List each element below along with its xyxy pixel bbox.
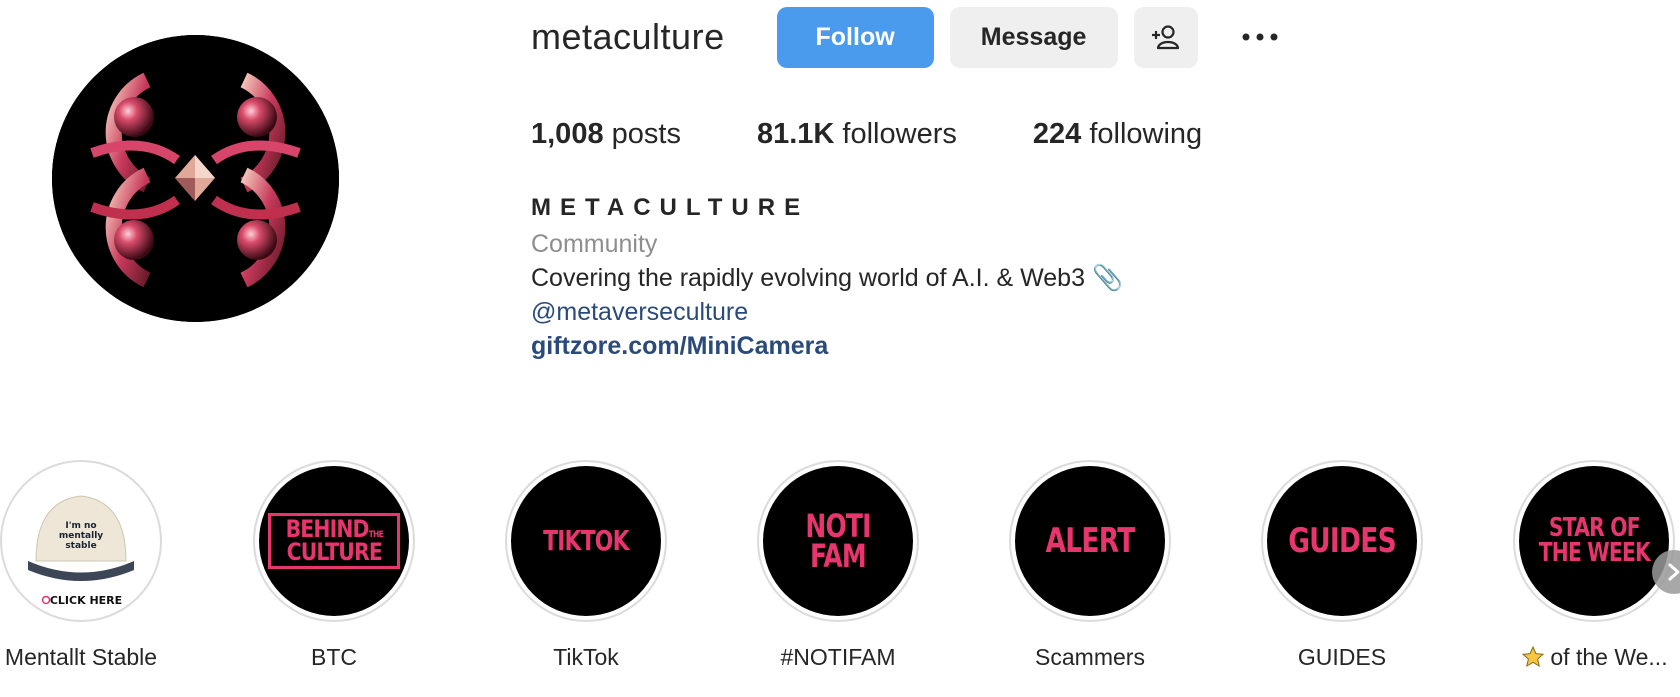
highlight-label-text: of the We...: [1550, 644, 1668, 670]
click-here-text: CLICK HERE: [50, 594, 122, 607]
highlight-label: Scammers: [1035, 644, 1145, 670]
followers-count: 81.1K: [756, 118, 835, 150]
following-stat[interactable]: 224 following: [1033, 118, 1202, 151]
highlight-item[interactable]: I'm no mentally stable CLICK HERE Mental…: [0, 460, 181, 671]
svg-text:stable: stable: [65, 541, 96, 551]
highlight-cover: GUIDES: [1261, 460, 1423, 622]
profile-header: metaculture Follow Message: [531, 6, 1290, 68]
cover-text: GUIDES: [1288, 520, 1397, 561]
highlight-cover: NOTI FAM: [757, 460, 919, 622]
star-icon: [1522, 645, 1545, 668]
highlight-cover: ALERT: [1009, 460, 1171, 622]
cap-image: I'm no mentally stable CLICK HERE: [6, 466, 156, 616]
message-button[interactable]: Message: [949, 6, 1118, 68]
posts-count: 1,008: [531, 118, 604, 150]
highlight-item[interactable]: GUIDES GUIDES: [1242, 460, 1442, 671]
profile-avatar[interactable]: [52, 35, 339, 322]
highlight-item[interactable]: NOTI FAM #NOTIFAM: [738, 460, 938, 671]
full-name: METACULTURE: [531, 194, 810, 221]
mention-link[interactable]: @metaverseculture: [531, 298, 1123, 332]
highlight-label: BTC: [311, 644, 357, 670]
followers-stat[interactable]: 81.1K followers: [757, 118, 957, 151]
posts-stat: 1,008 posts: [531, 118, 681, 151]
profile-stats: 1,008 posts 81.1K followers 224 followin…: [531, 118, 1278, 151]
cover-text: NOTI FAM: [805, 506, 871, 575]
cover-text: TIKTOK: [543, 523, 629, 557]
highlight-label: Mentallt Stable: [4, 644, 158, 670]
more-options-icon: [1242, 33, 1278, 41]
bio-text: Covering the rapidly evolving world of A…: [531, 264, 1124, 292]
more-options-button[interactable]: [1230, 7, 1290, 68]
category-label: Community: [531, 230, 658, 258]
add-person-icon: [1151, 25, 1179, 50]
highlight-label: GUIDES: [1297, 644, 1387, 670]
highlight-label: of the We...: [1494, 644, 1680, 671]
highlight-item[interactable]: BEHINDTHE CULTURE BTC: [234, 460, 434, 671]
highlight-label: #NOTIFAM: [780, 644, 896, 670]
cover-text: ALERT: [1045, 520, 1136, 561]
cover-text: CULTURE: [286, 538, 382, 566]
suggested-accounts-button[interactable]: [1133, 6, 1198, 68]
highlight-item[interactable]: ALERT Scammers: [990, 460, 1190, 671]
metaculture-logo: [52, 35, 339, 322]
story-highlights: I'm no mentally stable CLICK HERE Mental…: [0, 460, 1680, 690]
highlight-cover: STAR OF THE WEEK: [1513, 460, 1675, 622]
cover-text: THE WEEK: [1538, 538, 1650, 568]
follow-button[interactable]: Follow: [776, 6, 934, 68]
username: metaculture: [531, 16, 725, 57]
highlight-cover: BEHINDTHE CULTURE: [253, 460, 415, 622]
following-label: following: [1089, 118, 1203, 150]
svg-text:mentally: mentally: [59, 531, 103, 541]
svg-text:I'm no: I'm no: [65, 521, 96, 531]
highlight-cover: TIKTOK: [505, 460, 667, 622]
profile-bio: METACULTURE Community Covering the rapid…: [531, 194, 1123, 366]
highlight-item[interactable]: TIKTOK TikTok: [486, 460, 686, 671]
highlight-cover: I'm no mentally stable CLICK HERE: [0, 460, 162, 622]
chevron-right-icon: [1668, 563, 1680, 581]
posts-label: posts: [611, 118, 681, 150]
following-count: 224: [1032, 118, 1082, 150]
highlight-label: TikTok: [553, 644, 619, 670]
website-link[interactable]: giftzore.com/MiniCamera: [531, 332, 1123, 366]
followers-label: followers: [842, 118, 957, 150]
